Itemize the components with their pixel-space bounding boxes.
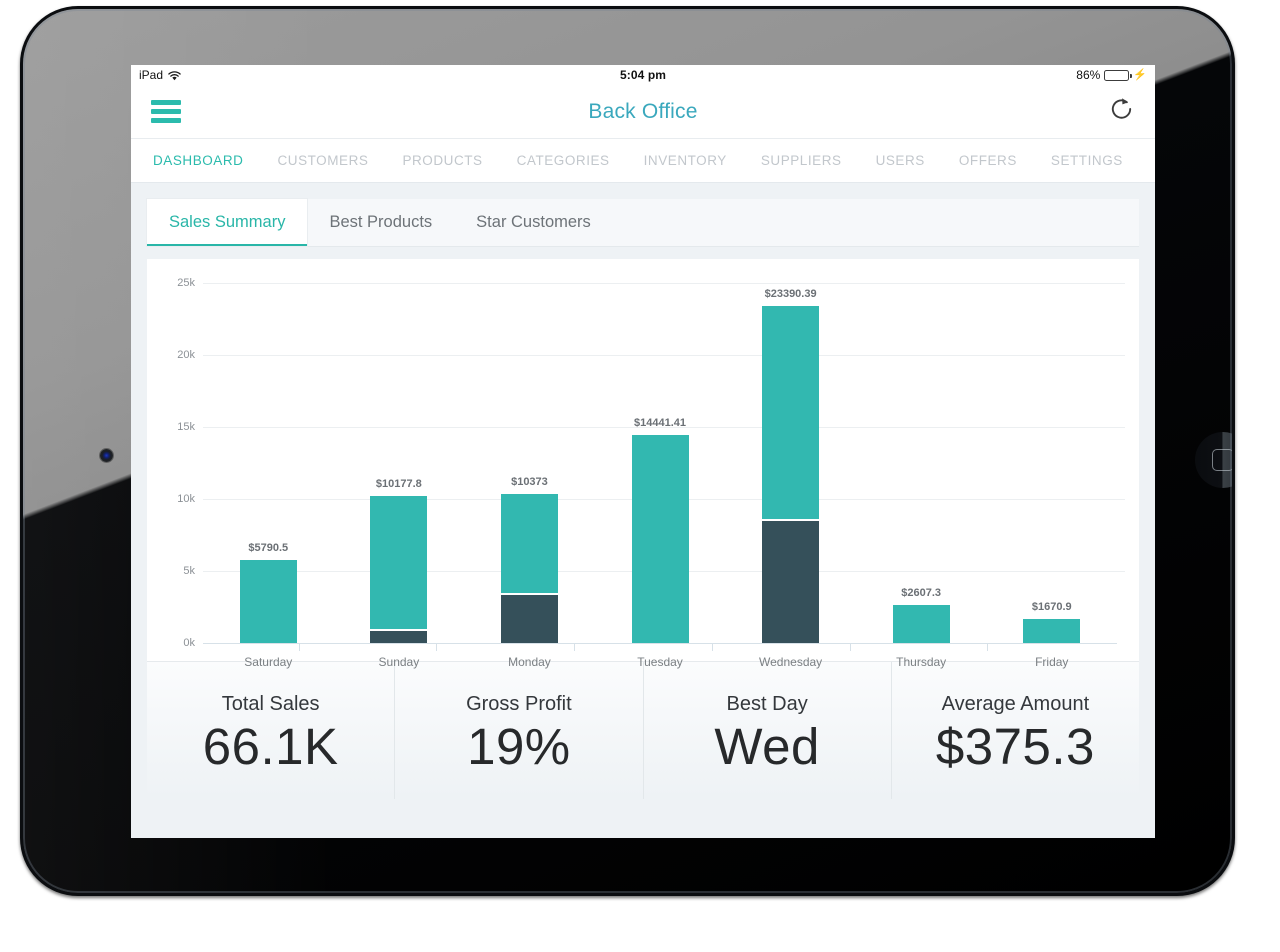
nav-tab-users[interactable]: USERS (859, 153, 942, 168)
chart-x-tick-label: Wednesday (759, 655, 823, 669)
chart-bar-group[interactable]: $5790.5 (203, 271, 334, 643)
chart-bar-value-label: $14441.41 (634, 417, 687, 430)
lightning-bolt-icon: ⚡ (1133, 68, 1147, 81)
kpi-label: Average Amount (941, 693, 1090, 716)
dashboard-content: Sales Summary Best Products Star Custome… (131, 183, 1155, 838)
sub-tab-star-customers[interactable]: Star Customers (454, 199, 613, 246)
kpi-label: Gross Profit (466, 693, 572, 716)
ipad-screen: iPad 5:04 pm 86% ⚡ Back Office DASHBOARD… (131, 65, 1155, 838)
chart-bar-segment-top (892, 605, 950, 643)
battery-percent-label: 86% (1076, 68, 1101, 82)
nav-tab-suppliers[interactable]: SUPPLIERS (744, 153, 859, 168)
kpi-average-amount: Average Amount $375.3 (892, 662, 1139, 799)
chart-bar-group[interactable]: $2607.3 (856, 271, 987, 643)
battery-icon (1104, 69, 1132, 81)
chart-y-tick-label: 5k (183, 565, 195, 577)
dashboard-sub-tabs: Sales Summary Best Products Star Custome… (147, 199, 1139, 247)
chart-y-tick-label: 20k (177, 349, 195, 361)
nav-tab-settings[interactable]: SETTINGS (1034, 153, 1140, 168)
chart-bar-segment-top (762, 306, 820, 520)
status-bar-right: 86% ⚡ (1076, 68, 1147, 82)
chart-bar-value-label: $5790.5 (248, 541, 289, 554)
status-bar-clock: 5:04 pm (619, 68, 667, 82)
home-button-square-icon (1212, 449, 1232, 471)
page-title: Back Office (588, 99, 698, 123)
chart-bar-value-label: $23390.39 (764, 288, 817, 301)
kpi-value: 19% (467, 718, 571, 776)
main-navigation-tabs: DASHBOARD CUSTOMERS PRODUCTS CATEGORIES … (131, 139, 1155, 183)
refresh-icon[interactable] (1109, 95, 1135, 128)
kpi-best-day: Best Day Wed (644, 662, 892, 799)
app-header: Back Office (131, 85, 1155, 139)
chart-x-axis-line (203, 643, 1117, 644)
chart-bar-group[interactable]: $10373 (464, 271, 595, 643)
chart-bar-value-label: $2607.3 (901, 587, 942, 600)
chart-bar-segment-top (631, 435, 689, 643)
chart-bar-segment-bottom (762, 519, 820, 643)
sub-tab-sales-summary[interactable]: Sales Summary (147, 199, 308, 246)
kpi-label: Total Sales (221, 693, 320, 716)
chart-bar-segment-bottom (500, 592, 558, 643)
status-bar: iPad 5:04 pm 86% ⚡ (131, 65, 1155, 85)
nav-tab-inventory[interactable]: INVENTORY (627, 153, 744, 168)
ipad-device-body: iPad 5:04 pm 86% ⚡ Back Office DASHBOARD… (23, 9, 1232, 893)
chart-bar-segment-top (500, 493, 558, 593)
chart-x-tick-label: Tuesday (637, 655, 683, 669)
chart-x-tick-label: Saturday (244, 655, 293, 669)
nav-tab-customers[interactable]: CUSTOMERS (260, 153, 385, 168)
chart-x-tick (298, 643, 300, 651)
kpi-total-sales: Total Sales 66.1K (147, 662, 396, 799)
kpi-gross-profit: Gross Profit 19% (395, 662, 644, 799)
chart-x-tick-label: Friday (1035, 655, 1069, 669)
chart-y-tick-label: 0k (183, 637, 195, 649)
chart-y-tick-label: 15k (177, 421, 195, 433)
kpi-value: Wed (714, 718, 820, 776)
chart-bar-segment-top (370, 496, 428, 629)
chart-bar-segment-top (1023, 618, 1081, 643)
nav-tab-categories[interactable]: CATEGORIES (500, 153, 627, 168)
chart-x-tick-label: Thursday (896, 655, 947, 669)
sales-chart-card: 0k 5k 10k 15k 20k 25k $5790.5 $10177.8 $10373 $1… (147, 259, 1139, 669)
chart-x-tick (574, 643, 576, 651)
chart-y-tick-label: 25k (177, 277, 195, 289)
nav-tab-products[interactable]: PRODUCTS (385, 153, 499, 168)
chart-y-tick-label: 10k (177, 493, 195, 505)
chart-x-tick-label: Sunday (378, 655, 420, 669)
ipad-device-frame: iPad 5:04 pm 86% ⚡ Back Office DASHBOARD… (20, 6, 1235, 896)
chart-x-axis-labels: Saturday Sunday Monday Tuesday Wednesday Thur… (203, 655, 1117, 669)
chart-bar-group[interactable]: $14441.41 (595, 271, 726, 643)
chart-bar-group[interactable]: $1670.9 (986, 271, 1117, 643)
sales-bar-chart: 0k 5k 10k 15k 20k 25k $5790.5 $10177.8 $10373 $1… (161, 271, 1125, 669)
chart-x-tick (711, 643, 713, 651)
kpi-label: Best Day (726, 693, 808, 716)
sub-tab-best-products[interactable]: Best Products (307, 199, 454, 246)
chart-bar-group[interactable]: $10177.8 (334, 271, 465, 643)
chart-bars: $5790.5 $10177.8 $10373 $14441.41 $23390.39 $… (203, 271, 1117, 643)
chart-bar-segment-bottom (370, 628, 428, 643)
nav-tab-dashboard[interactable]: DASHBOARD (153, 153, 260, 168)
chart-x-tick-label: Monday (508, 655, 551, 669)
chart-x-tick (436, 643, 438, 651)
chart-bar-value-label: $10177.8 (375, 478, 422, 491)
kpi-value: $375.3 (935, 718, 1095, 776)
nav-tab-offers[interactable]: OFFERS (942, 153, 1034, 168)
kpi-value: 66.1K (202, 718, 339, 776)
chart-x-tick (849, 643, 851, 651)
nav-tab-reports[interactable]: REPORTS (1140, 153, 1155, 168)
chart-x-tick (987, 643, 989, 651)
kpi-summary-row: Total Sales 66.1K Gross Profit 19% Best … (147, 661, 1139, 799)
front-camera-icon (100, 449, 113, 462)
chart-bar-value-label: $10373 (511, 475, 548, 488)
chart-bar-value-label: $1670.9 (1031, 600, 1072, 613)
chart-bar-segment-top (239, 559, 297, 643)
chart-bar-group[interactable]: $23390.39 (725, 271, 856, 643)
